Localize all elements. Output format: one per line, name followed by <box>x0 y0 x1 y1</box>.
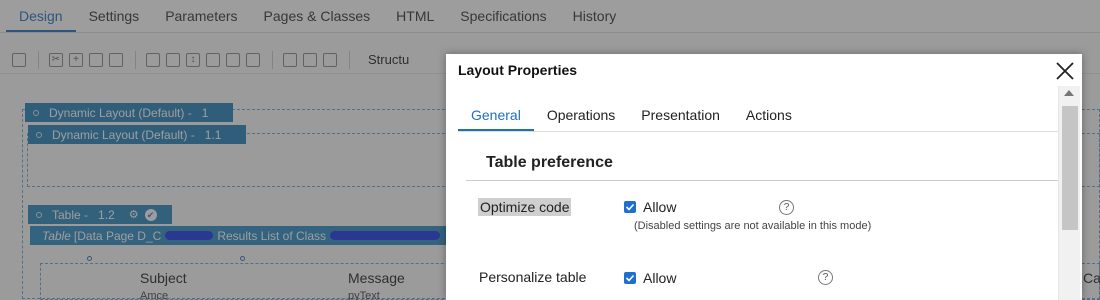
scrollbar-thumb[interactable] <box>1062 106 1078 230</box>
layout-properties-dialog: Layout Properties General Operations Pre… <box>446 54 1082 300</box>
help-icon[interactable]: ? <box>818 270 833 285</box>
disabled-settings-note: (Disabled settings are not available in … <box>634 220 872 232</box>
tab-operations[interactable]: Operations <box>534 104 628 131</box>
optimize-code-checkbox[interactable] <box>624 201 636 213</box>
tab-general[interactable]: General <box>458 104 534 131</box>
close-icon[interactable] <box>1054 60 1076 82</box>
personalize-table-allow-label[interactable]: Allow <box>643 270 676 286</box>
dialog-title: Layout Properties <box>458 62 578 78</box>
tab-actions[interactable]: Actions <box>733 104 805 131</box>
help-icon[interactable]: ? <box>779 200 794 215</box>
personalize-table-checkbox[interactable] <box>624 272 636 284</box>
tab-presentation[interactable]: Presentation <box>628 104 733 131</box>
section-title: Table preference <box>486 154 613 171</box>
optimize-code-label: Optimize code <box>478 198 572 216</box>
tabs-divider <box>458 131 1058 132</box>
section-divider <box>466 180 1058 181</box>
personalize-table-label: Personalize table <box>479 269 587 285</box>
dialog-tabs: General Operations Presentation Actions <box>458 104 805 131</box>
optimize-code-allow-label[interactable]: Allow <box>643 199 676 215</box>
scroll-up-arrow-icon[interactable] <box>1064 90 1074 96</box>
